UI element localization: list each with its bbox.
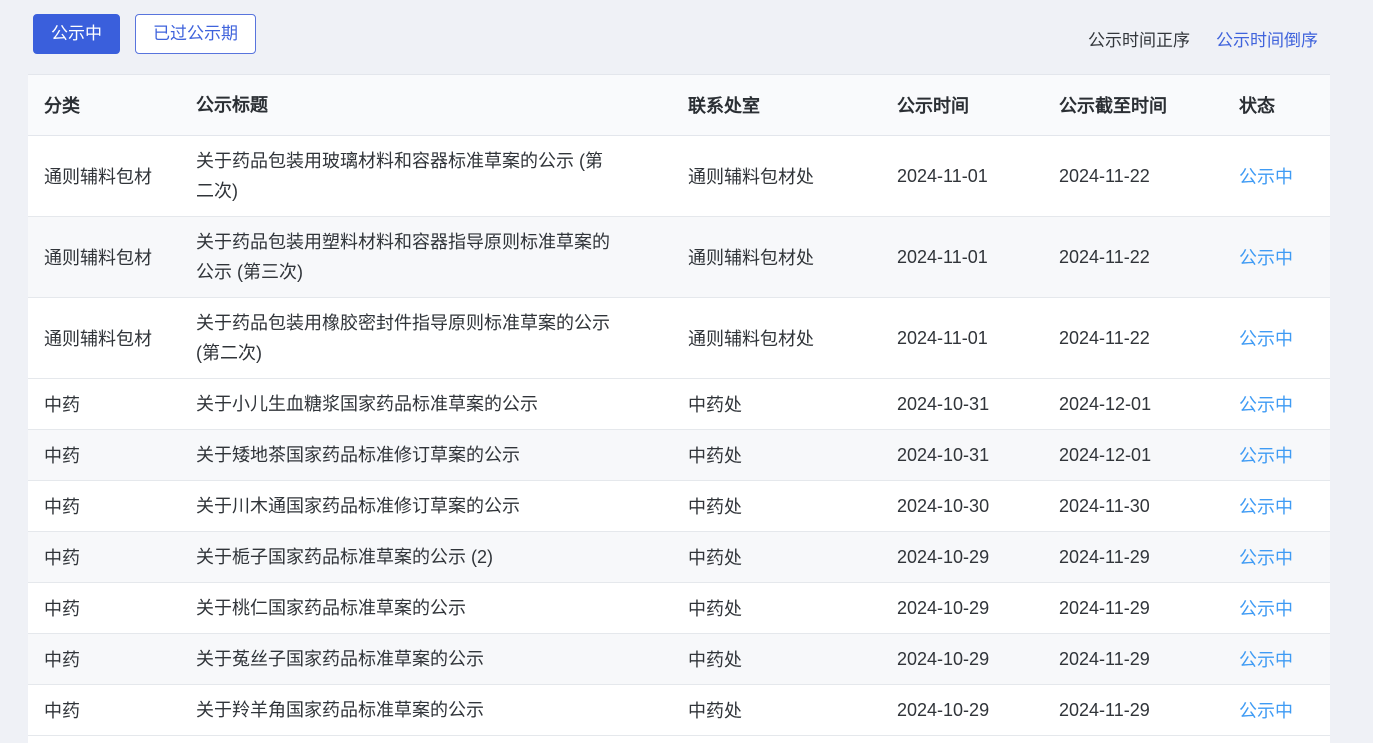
row-start-date: 2024-10-29 <box>891 649 1031 670</box>
row-title[interactable]: 关于栀子国家药品标准草案的公示 (2) <box>196 542 688 572</box>
table-header-row: 分类 公示标题 联系处室 公示时间 公示截至时间 状态 <box>28 75 1330 136</box>
row-end-date: 2024-11-29 <box>1031 547 1223 568</box>
row-office: 中药处 <box>688 442 891 468</box>
sort-ascending-link[interactable]: 公示时间正序 <box>1088 26 1190 51</box>
row-category: 中药 <box>28 697 196 723</box>
table-row[interactable]: 中药关于矮地茶国家药品标准修订草案的公示中药处2024-10-312024-12… <box>28 430 1330 481</box>
row-status-link[interactable]: 公示中 <box>1223 163 1330 189</box>
header-category: 分类 <box>28 92 196 118</box>
row-office: 中药处 <box>688 391 891 417</box>
sort-toolbar: 公示时间正序 公示时间倒序 <box>1088 26 1318 51</box>
table-row[interactable]: 中药关于川木通国家药品标准修订草案的公示中药处2024-10-302024-11… <box>28 481 1330 532</box>
row-end-date: 2024-11-22 <box>1031 166 1223 187</box>
row-start-date: 2024-11-01 <box>891 328 1031 349</box>
row-category: 中药 <box>28 442 196 468</box>
row-status-link[interactable]: 公示中 <box>1223 595 1330 621</box>
row-end-date: 2024-11-22 <box>1031 328 1223 349</box>
filter-toolbar: 公示中 已过公示期 <box>33 14 256 54</box>
row-title[interactable]: 关于矮地茶国家药品标准修订草案的公示 <box>196 440 688 470</box>
row-category: 中药 <box>28 646 196 672</box>
row-title[interactable]: 关于药品包装用玻璃材料和容器标准草案的公示 (第二次) <box>196 146 688 206</box>
row-end-date: 2024-11-30 <box>1031 496 1223 517</box>
table-row[interactable]: 中药关于桃仁国家药品标准草案的公示中药处2024-10-292024-11-29… <box>28 583 1330 634</box>
row-start-date: 2024-11-01 <box>891 247 1031 268</box>
sort-descending-link[interactable]: 公示时间倒序 <box>1216 26 1318 51</box>
row-end-date: 2024-12-01 <box>1031 445 1223 466</box>
row-office: 中药处 <box>688 646 891 672</box>
header-end-date: 公示截至时间 <box>1031 92 1223 118</box>
row-start-date: 2024-10-31 <box>891 445 1031 466</box>
row-status-link[interactable]: 公示中 <box>1223 244 1330 270</box>
row-start-date: 2024-10-30 <box>891 496 1031 517</box>
table-row[interactable]: 通则辅料包材关于药品包装用橡胶密封件指导原则标准草案的公示 (第二次)通则辅料包… <box>28 298 1330 379</box>
row-end-date: 2024-11-22 <box>1031 247 1223 268</box>
announcement-table: 分类 公示标题 联系处室 公示时间 公示截至时间 状态 通则辅料包材关于药品包装… <box>28 74 1330 743</box>
row-office: 通则辅料包材处 <box>688 325 891 351</box>
row-category: 中药 <box>28 595 196 621</box>
row-start-date: 2024-10-29 <box>891 598 1031 619</box>
row-category: 中药 <box>28 391 196 417</box>
filter-button-active[interactable]: 公示中 <box>33 14 120 54</box>
table-row[interactable]: 中药关于菟丝子国家药品标准草案的公示中药处2024-10-292024-11-2… <box>28 634 1330 685</box>
row-status-link[interactable]: 公示中 <box>1223 646 1330 672</box>
row-status-link[interactable]: 公示中 <box>1223 493 1330 519</box>
header-office: 联系处室 <box>688 92 891 118</box>
row-start-date: 2024-10-29 <box>891 700 1031 721</box>
table-row[interactable]: 通则辅料包材关于药品包装用玻璃材料和容器标准草案的公示 (第二次)通则辅料包材处… <box>28 136 1330 217</box>
row-title[interactable]: 关于羚羊角国家药品标准草案的公示 <box>196 695 688 725</box>
filter-button-expired[interactable]: 已过公示期 <box>135 14 256 54</box>
table-row[interactable]: 通则辅料包材关于药品包装用塑料材料和容器指导原则标准草案的公示 (第三次)通则辅… <box>28 217 1330 298</box>
table-body: 通则辅料包材关于药品包装用玻璃材料和容器标准草案的公示 (第二次)通则辅料包材处… <box>28 136 1330 736</box>
row-category: 通则辅料包材 <box>28 163 196 189</box>
row-title[interactable]: 关于川木通国家药品标准修订草案的公示 <box>196 491 688 521</box>
row-status-link[interactable]: 公示中 <box>1223 325 1330 351</box>
row-status-link[interactable]: 公示中 <box>1223 391 1330 417</box>
row-title[interactable]: 关于菟丝子国家药品标准草案的公示 <box>196 644 688 674</box>
row-office: 中药处 <box>688 544 891 570</box>
row-category: 中药 <box>28 493 196 519</box>
row-category: 通则辅料包材 <box>28 244 196 270</box>
table-row[interactable]: 中药关于栀子国家药品标准草案的公示 (2)中药处2024-10-292024-1… <box>28 532 1330 583</box>
row-title[interactable]: 关于药品包装用塑料材料和容器指导原则标准草案的公示 (第三次) <box>196 227 688 287</box>
row-end-date: 2024-11-29 <box>1031 598 1223 619</box>
row-category: 通则辅料包材 <box>28 325 196 351</box>
row-title[interactable]: 关于小儿生血糖浆国家药品标准草案的公示 <box>196 389 688 419</box>
row-start-date: 2024-10-31 <box>891 394 1031 415</box>
row-office: 通则辅料包材处 <box>688 163 891 189</box>
header-title: 公示标题 <box>196 90 688 120</box>
row-end-date: 2024-12-01 <box>1031 394 1223 415</box>
row-office: 通则辅料包材处 <box>688 244 891 270</box>
header-status: 状态 <box>1223 92 1330 118</box>
table-row[interactable]: 中药关于羚羊角国家药品标准草案的公示中药处2024-10-292024-11-2… <box>28 685 1330 736</box>
header-start-date: 公示时间 <box>891 92 1031 118</box>
row-title[interactable]: 关于桃仁国家药品标准草案的公示 <box>196 593 688 623</box>
row-status-link[interactable]: 公示中 <box>1223 697 1330 723</box>
row-start-date: 2024-10-29 <box>891 547 1031 568</box>
table-row[interactable]: 中药关于小儿生血糖浆国家药品标准草案的公示中药处2024-10-312024-1… <box>28 379 1330 430</box>
row-office: 中药处 <box>688 595 891 621</box>
row-title[interactable]: 关于药品包装用橡胶密封件指导原则标准草案的公示 (第二次) <box>196 308 688 368</box>
row-start-date: 2024-11-01 <box>891 166 1031 187</box>
row-end-date: 2024-11-29 <box>1031 700 1223 721</box>
row-status-link[interactable]: 公示中 <box>1223 442 1330 468</box>
row-office: 中药处 <box>688 697 891 723</box>
row-end-date: 2024-11-29 <box>1031 649 1223 670</box>
row-office: 中药处 <box>688 493 891 519</box>
row-category: 中药 <box>28 544 196 570</box>
row-status-link[interactable]: 公示中 <box>1223 544 1330 570</box>
